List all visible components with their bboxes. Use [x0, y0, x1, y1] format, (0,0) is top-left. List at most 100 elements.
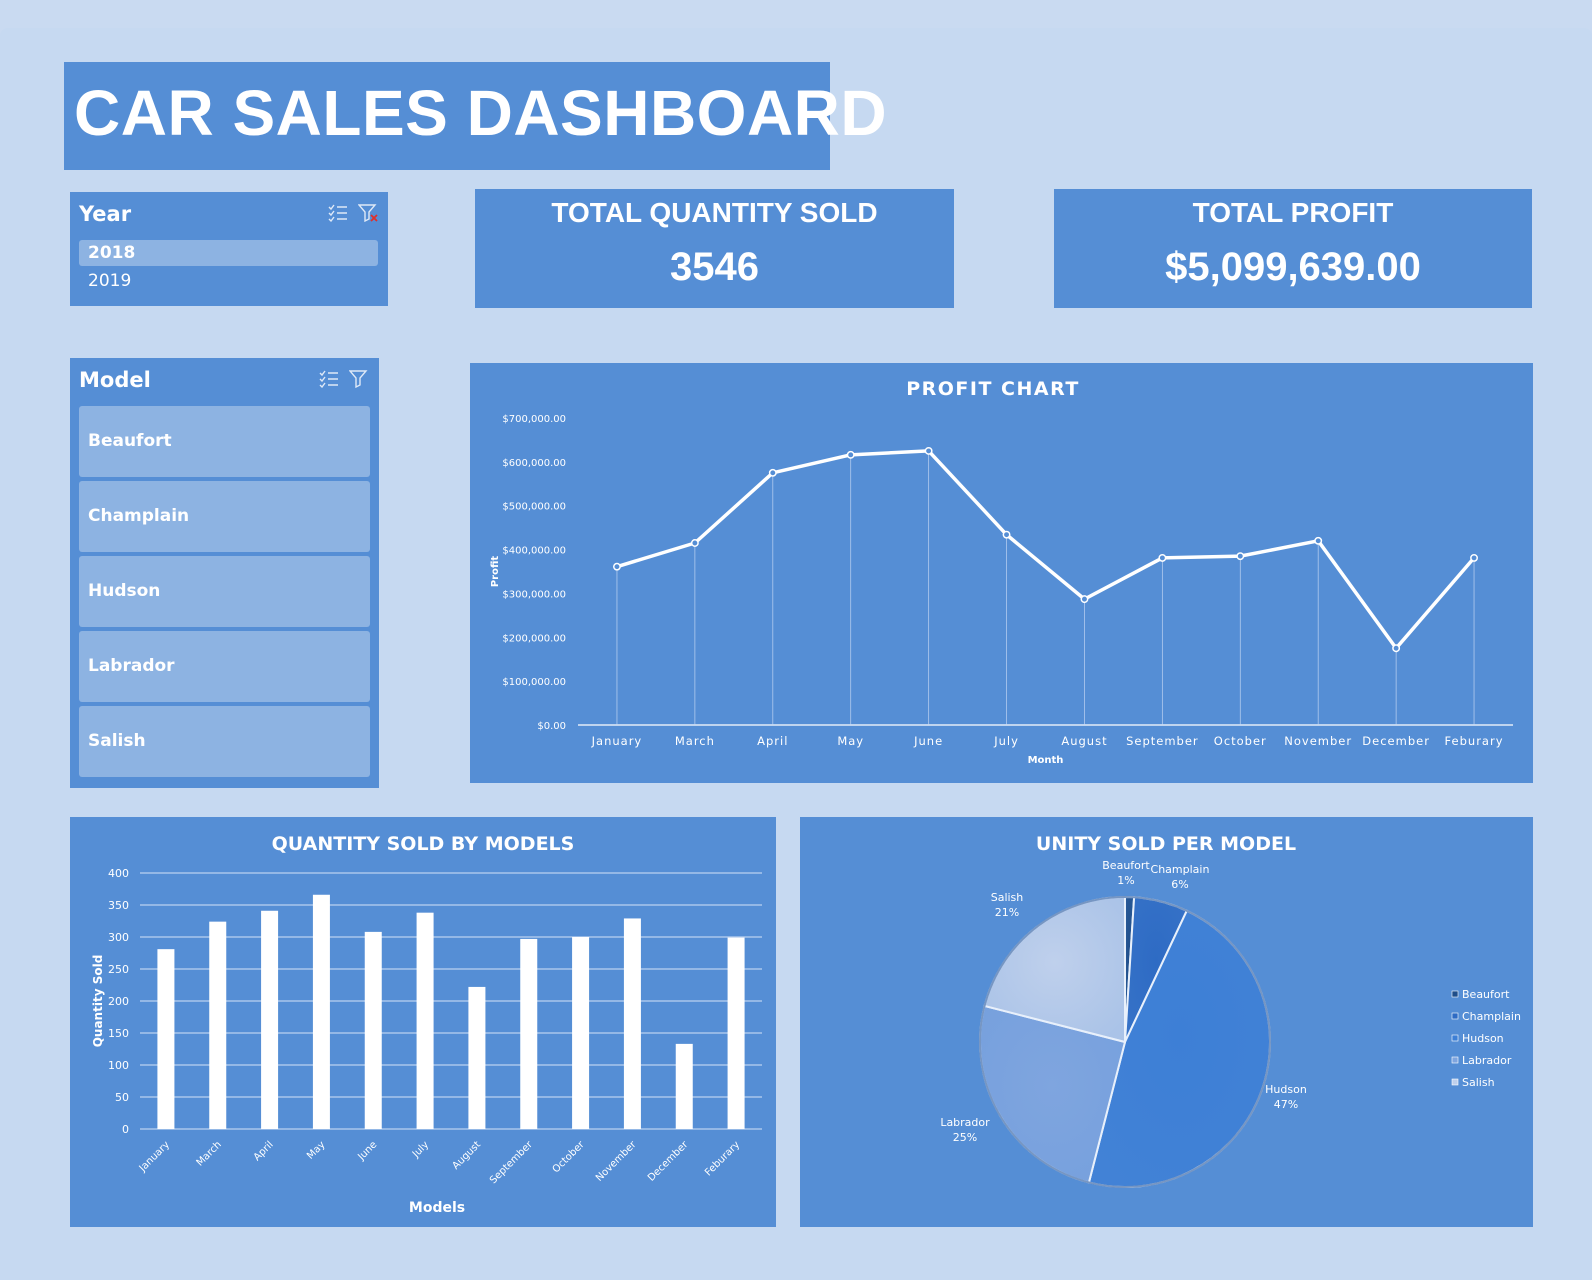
quantity-bar — [157, 949, 175, 1129]
profit-point — [768, 468, 777, 477]
quantity-y-axis-label: Quantity Sold — [91, 955, 105, 1048]
pie-label-pct: 47% — [1274, 1098, 1298, 1111]
quantity-bar — [261, 910, 279, 1129]
kpi-profit-label: TOTAL PROFIT — [1192, 197, 1394, 228]
profit-chart-title: PROFIT CHART — [906, 378, 1080, 400]
quantity-x-tick: Feburary — [703, 1139, 742, 1178]
quantity-bar — [727, 937, 745, 1129]
model-item-labrador[interactable]: Labrador — [79, 631, 370, 702]
year-item-2018[interactable]: 2018 — [79, 240, 378, 266]
profit-y-tick: $600,000.00 — [502, 458, 566, 469]
quantity-chart-title: QUANTITY SOLD BY MODELS — [272, 833, 575, 855]
pie-legend-swatch — [1451, 1056, 1459, 1064]
year-slicer-title: Year — [79, 202, 132, 226]
profit-x-tick: May — [837, 734, 864, 748]
model-item-champlain[interactable]: Champlain — [79, 481, 370, 552]
pie-legend-label: Hudson — [1462, 1032, 1504, 1045]
quantity-y-tick: 350 — [108, 899, 129, 912]
clear-filter-icon[interactable] — [358, 204, 378, 222]
profit-point — [1236, 552, 1245, 561]
quantity-bar — [209, 921, 227, 1129]
profit-y-tick: $200,000.00 — [502, 633, 566, 644]
pie-legend-swatch — [1451, 1078, 1459, 1086]
profit-x-tick: December — [1362, 734, 1430, 748]
kpi-quantity-label: TOTAL QUANTITY SOLD — [551, 197, 878, 228]
title-banner: CAR SALES DASHBOARD — [64, 62, 887, 170]
profit-y-axis-label: Profit — [490, 556, 501, 588]
pie-chart-panel: UNITY SOLD PER MODEL Beaufort 1% Champlain 6… — [800, 817, 1533, 1227]
quantity-bar — [468, 986, 486, 1129]
year-item-2019[interactable]: 2019 — [79, 268, 378, 294]
pie-label-name: Champlain — [1151, 863, 1210, 876]
profit-x-tick: March — [675, 734, 715, 748]
quantity-y-tick: 100 — [108, 1059, 129, 1072]
quantity-x-tick: October — [551, 1139, 588, 1176]
quantity-x-tick: November — [594, 1139, 639, 1184]
profit-series-line — [616, 449, 1476, 650]
quantity-bar — [364, 931, 382, 1129]
quantity-x-tick: December — [646, 1139, 691, 1184]
pie-legend-label: Labrador — [1462, 1054, 1512, 1067]
quantity-x-tick: May — [305, 1139, 327, 1161]
pie-legend-label: Champlain — [1462, 1010, 1521, 1023]
model-slicer-toolbar — [319, 370, 369, 388]
pie-legend-swatch — [1451, 1012, 1459, 1020]
filter-icon[interactable] — [349, 370, 369, 388]
profit-point — [924, 446, 933, 455]
profit-point — [846, 450, 855, 459]
year-slicer: Year 2018 2019 — [70, 192, 388, 306]
profit-y-tick: $400,000.00 — [502, 546, 566, 557]
quantity-x-tick: April — [252, 1139, 276, 1163]
kpi-quantity-value: 3546 — [670, 245, 759, 289]
quantity-x-tick: September — [488, 1139, 535, 1186]
profit-x-tick: July — [993, 734, 1019, 748]
profit-x-tick: August — [1061, 734, 1107, 748]
profit-point — [1080, 595, 1089, 604]
multi-select-icon[interactable] — [319, 370, 339, 388]
quantity-x-axis-label: Models — [409, 1200, 465, 1216]
profit-y-tick: $0.00 — [537, 721, 566, 732]
profit-x-tick: November — [1284, 734, 1352, 748]
profit-point — [690, 539, 699, 547]
multi-select-icon[interactable] — [328, 204, 348, 222]
quantity-y-tick: 0 — [122, 1123, 129, 1136]
quantity-bar — [675, 1043, 693, 1129]
kpi-total-profit: TOTAL PROFIT $5,099,639.00 — [1054, 189, 1532, 308]
quantity-bar — [312, 894, 330, 1129]
profit-point — [1314, 536, 1323, 545]
pie-legend-swatch — [1451, 990, 1459, 998]
model-item-hudson[interactable]: Hudson — [79, 556, 370, 627]
quantity-x-tick: August — [451, 1139, 484, 1172]
profit-point — [1158, 553, 1167, 562]
quantity-x-tick: June — [355, 1139, 379, 1163]
quantity-y-tick: 400 — [108, 867, 129, 880]
kpi-profit-value: $5,099,639.00 — [1165, 245, 1421, 289]
pie-label-pct: 1% — [1117, 874, 1134, 887]
profit-chart: PROFIT CHART $0.00 $100,000.00 $200,000.00 $… — [490, 378, 1513, 766]
quantity-y-tick: 50 — [115, 1091, 129, 1104]
pie-label-pct: 25% — [953, 1131, 977, 1144]
model-slicer-title: Model — [79, 368, 151, 392]
model-item-salish[interactable]: Salish — [79, 706, 370, 777]
profit-point — [1470, 553, 1478, 562]
pie-label-pct: 21% — [995, 906, 1019, 919]
quantity-bar — [623, 918, 641, 1129]
quantity-bar — [520, 938, 538, 1129]
profit-x-tick: October — [1214, 734, 1267, 748]
page-title: CAR SALES DASHBOARD — [74, 77, 888, 149]
quantity-bar — [416, 912, 434, 1129]
profit-x-tick: April — [757, 734, 788, 748]
quantity-x-tick: January — [137, 1139, 172, 1174]
pie-chart-title: UNITY SOLD PER MODEL — [1036, 833, 1296, 855]
profit-x-tick: June — [913, 734, 943, 748]
quantity-chart: QUANTITY SOLD BY MODELS 0 50 100 150 200 250 30… — [91, 833, 762, 1216]
profit-chart-panel: PROFIT CHART $0.00 $100,000.00 $200,000.00 $… — [470, 363, 1533, 783]
quantity-x-tick: July — [410, 1139, 431, 1160]
year-slicer-toolbar — [328, 204, 378, 222]
profit-y-tick: $100,000.00 — [502, 677, 566, 688]
profit-x-tick: September — [1126, 734, 1199, 748]
quantity-y-tick: 250 — [108, 963, 129, 976]
profit-point — [1002, 530, 1011, 539]
model-item-beaufort[interactable]: Beaufort — [79, 406, 370, 477]
pie-label-pct: 6% — [1171, 878, 1188, 891]
